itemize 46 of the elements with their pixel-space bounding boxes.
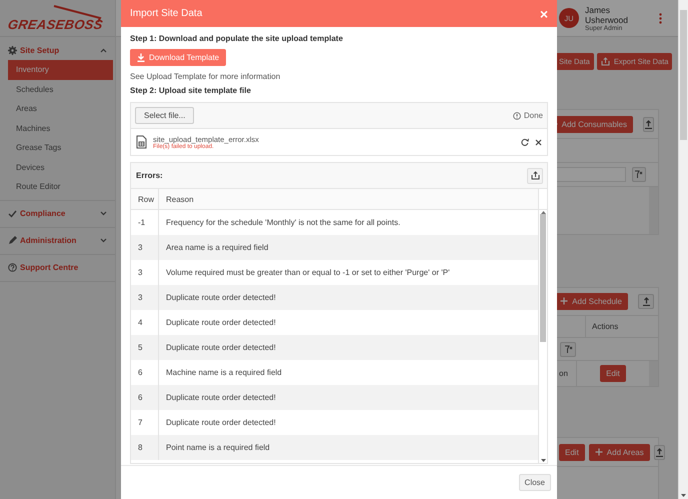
close-button[interactable]: Close	[518, 474, 551, 491]
table-cell: 3	[131, 285, 159, 310]
nav-item[interactable]: Route Editor	[8, 177, 113, 196]
nav-section[interactable]: Support Centre	[20, 263, 107, 272]
add-button[interactable]: Add Schedule	[554, 292, 628, 310]
nav-item[interactable]: Grease Tags	[8, 138, 113, 158]
upload-status: Done	[524, 111, 543, 120]
edit-button[interactable]: Edit	[559, 444, 585, 460]
nav-item[interactable]: Inventory	[8, 60, 113, 80]
column-header: Row	[131, 189, 159, 209]
table-cell-text: Point name is a required field	[165, 442, 271, 454]
nav-item[interactable]: Devices	[8, 158, 113, 177]
step-heading: Step 2: Upload site template file	[130, 86, 252, 95]
table-cell-text: Machine name is a required field	[165, 367, 283, 379]
table-cell-text: on	[558, 369, 569, 378]
table-cell: 5	[131, 335, 159, 360]
table-cell: 8	[131, 435, 159, 460]
user-name: James Usherwood	[585, 4, 629, 24]
table-cell-text: Duplicate route order detected!	[165, 342, 277, 354]
dialog-title: Import Site Data	[130, 8, 202, 19]
select-file-button[interactable]: Select file...	[135, 107, 194, 124]
table-cell-text: Duplicate route order detected!	[165, 317, 277, 329]
close-button[interactable]: ×	[540, 6, 548, 20]
table-cell-text: Area name is a required field	[165, 242, 270, 254]
table-cell-text: Duplicate route order detected!	[165, 292, 277, 304]
table-cell: 3	[131, 235, 159, 260]
table-cell-text: Duplicate route order detected!	[165, 417, 277, 429]
table-cell: 6	[131, 385, 159, 410]
nav-item[interactable]: Areas	[8, 99, 113, 118]
step-heading: Step 1: Download and populate the site upload template	[130, 34, 344, 43]
table-cell-text: Frequency for the schedule 'Monthly' is not the same for all points.	[165, 217, 402, 229]
info-text: See Upload Template for more information	[130, 72, 282, 81]
table-cell-text: Volume required must be greater than or equal to -1 or set to either 'Purge' or 'P'	[165, 267, 451, 279]
nav-item[interactable]: Schedules	[8, 80, 113, 99]
edit-button[interactable]: Edit	[600, 365, 626, 382]
add-button[interactable]: Add Areas	[588, 444, 650, 460]
nav-section[interactable]: Administration	[20, 236, 97, 245]
table-cell-text: Duplicate route order detected!	[165, 392, 277, 404]
column-header: Actions	[585, 316, 658, 338]
errors-title: Errors:	[136, 171, 163, 180]
nav-section[interactable]: Site Setup	[20, 46, 97, 54]
column-header: Reason	[165, 194, 195, 206]
logo: GREASEBOSS	[6, 17, 104, 32]
nav-section[interactable]: Compliance	[20, 209, 97, 218]
download-button[interactable]: Download Template	[130, 49, 226, 66]
nav-item[interactable]: Machines	[8, 118, 113, 138]
